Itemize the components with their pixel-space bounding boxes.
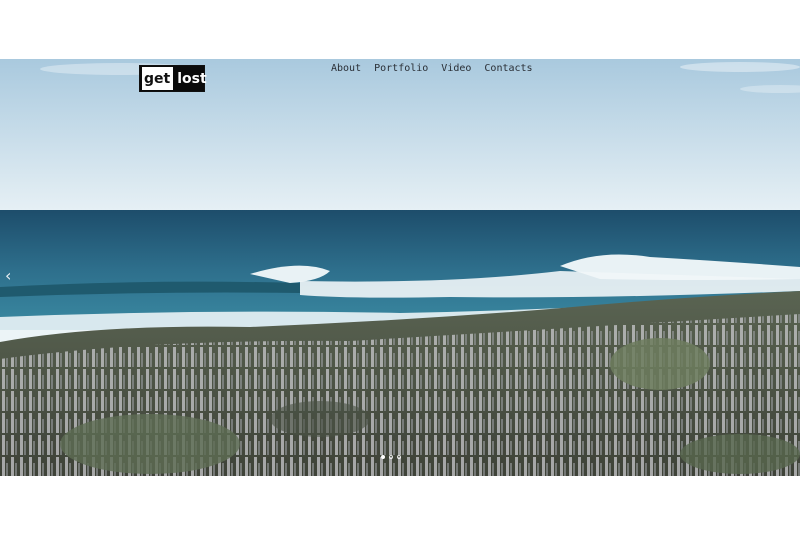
top-whitespace xyxy=(0,0,800,59)
nav-link-about[interactable]: About xyxy=(331,63,361,77)
hero-slider-image xyxy=(0,59,800,476)
slider-pagination xyxy=(381,455,401,459)
main-navigation: About Portfolio Video Contacts xyxy=(331,63,533,77)
slider-dot-1[interactable] xyxy=(381,455,385,459)
slider-dot-3[interactable] xyxy=(397,455,401,459)
nav-link-contacts[interactable]: Contacts xyxy=(484,63,532,77)
coastal-surf-photo xyxy=(0,59,800,476)
chevron-left-icon[interactable]: ‹ xyxy=(5,267,19,285)
nav-link-video[interactable]: Video xyxy=(441,63,471,77)
logo-text-get: get xyxy=(142,67,174,90)
bottom-whitespace xyxy=(0,476,800,533)
slider-dot-2[interactable] xyxy=(389,455,393,459)
logo-text-lost: lost xyxy=(177,70,207,87)
nav-link-portfolio[interactable]: Portfolio xyxy=(374,63,428,77)
site-logo[interactable]: get lost xyxy=(139,65,207,92)
